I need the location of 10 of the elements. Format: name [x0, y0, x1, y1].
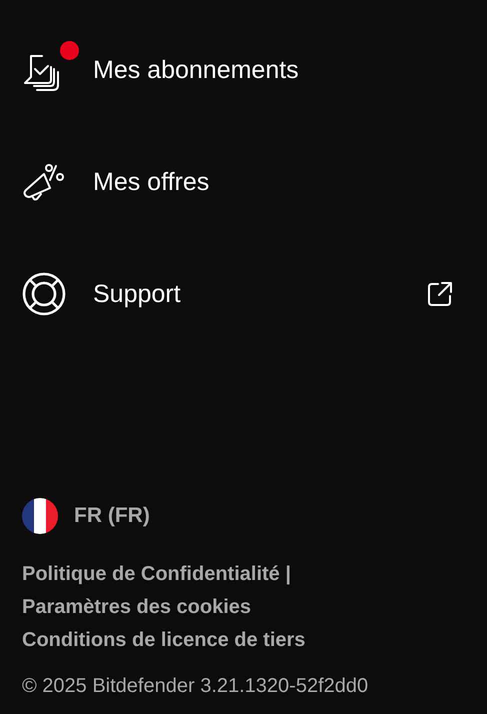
language-selector[interactable]: FR (FR)	[22, 498, 150, 534]
footer-link[interactable]: Conditions de licence de tiers	[22, 624, 306, 657]
lifebuoy-icon	[22, 272, 66, 316]
menu-item[interactable]: Mes offres	[0, 126, 487, 238]
footer-link[interactable]: Paramètres des cookies	[22, 591, 252, 624]
footer-link[interactable]: Politique de Confidentialité |	[22, 558, 291, 591]
france-flag-icon	[22, 498, 58, 534]
menu-item[interactable]: Support	[0, 238, 487, 350]
menu-item[interactable]: Mes abonnements	[0, 14, 487, 126]
copyright-text: © 2025 Bitdefender 3.21.1320-52f2dd0	[22, 675, 370, 698]
